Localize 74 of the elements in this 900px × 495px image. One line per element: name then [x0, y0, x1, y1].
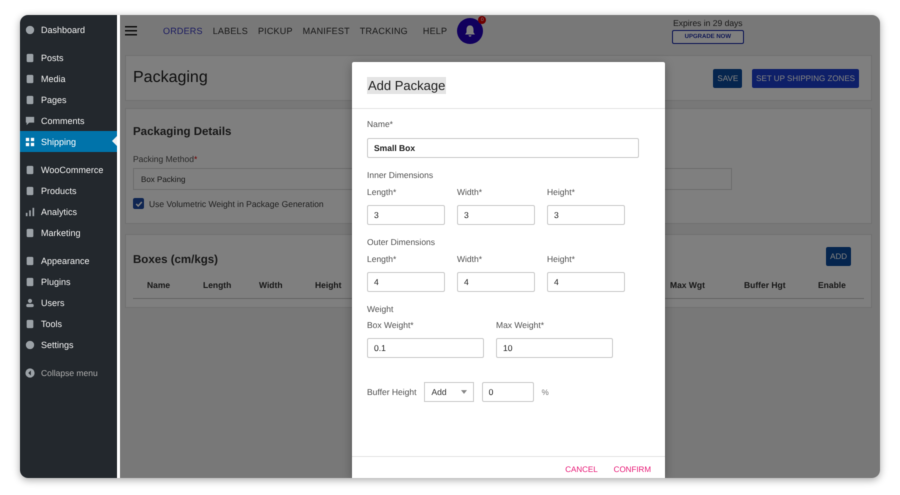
unit-label: % [542, 388, 549, 396]
sidebar-item[interactable]: Analytics [20, 201, 117, 222]
input-field[interactable]: 4 [547, 272, 625, 292]
bar-chart-icon [25, 206, 35, 216]
sidebar-item[interactable]: Appearance [20, 250, 117, 271]
buffer-mode-select[interactable]: Add [424, 382, 474, 402]
section-label: Weight [367, 304, 394, 314]
collapse-icon [25, 368, 35, 378]
field-label: Length* [367, 254, 398, 264]
sidebar-item[interactable]: Dashboard [20, 19, 117, 40]
collapse-menu-button[interactable]: Collapse menu [20, 362, 117, 383]
sidebar-item[interactable]: Tools [20, 313, 117, 334]
user-icon [25, 298, 35, 308]
input-field[interactable]: 3 [457, 205, 535, 225]
sidebar-item[interactable]: WooCommerce [20, 159, 117, 180]
grid-icon [25, 136, 35, 146]
checkbox[interactable] [133, 198, 144, 209]
sidebar-item[interactable]: Shipping [20, 131, 117, 152]
section-title: Packaging Details [133, 126, 232, 138]
checkbox-label: Use Volumetric Weight in Package Generation [149, 198, 324, 208]
sidebar-item[interactable]: Settings [20, 334, 117, 355]
bell-icon [463, 24, 478, 38]
sidebar-item[interactable]: Pages [20, 89, 117, 110]
column-header: Length [203, 280, 232, 290]
field-label: Name* [367, 119, 394, 129]
expiry-text: Expires in 29 days [673, 18, 743, 28]
input-field[interactable]: 0.1 [367, 338, 484, 358]
sidebar-item[interactable]: Marketing [20, 222, 117, 243]
nav-tab[interactable]: PICKUP [258, 26, 293, 36]
field-label: Height* [547, 187, 576, 197]
field-label: Max Weight* [496, 320, 546, 330]
sidebar-item[interactable]: Plugins [20, 271, 117, 292]
field-label: Packing Method* [133, 154, 198, 164]
sidebar-item[interactable]: Users [20, 292, 117, 313]
sidebar-item[interactable]: Comments [20, 110, 117, 131]
name-field[interactable]: Small Box [367, 138, 639, 158]
column-header: Buffer Hgt [744, 280, 787, 290]
save-button[interactable]: SAVE [713, 68, 742, 88]
field-label: Height* [547, 254, 576, 264]
page-title: Packaging [133, 69, 208, 87]
comment-icon [25, 116, 35, 126]
shipping-zones-button[interactable]: SET UP SHIPPING ZONES [752, 68, 859, 88]
field-label: Length* [367, 187, 398, 197]
sidebar-item[interactable]: Products [20, 180, 117, 201]
field-label: Box Weight* [367, 320, 415, 330]
section-label: Outer Dimensions [367, 237, 436, 247]
add-button[interactable]: ADD [826, 247, 851, 266]
field-label: Buffer Height [367, 387, 416, 397]
dialog-title: Add Package [367, 76, 446, 94]
sidebar-item[interactable]: Media [20, 68, 117, 89]
input-field[interactable]: 3 [367, 205, 445, 225]
input-field[interactable]: 4 [457, 272, 535, 292]
field-label: Width* [457, 187, 484, 197]
caret-icon [460, 390, 467, 394]
confirm-button[interactable]: CONFIRM [614, 465, 651, 474]
buffer-value-field[interactable]: 0 [482, 382, 534, 402]
input-field[interactable]: 10 [496, 338, 613, 358]
column-header: Name [147, 280, 172, 290]
sidebar-item[interactable]: Posts [20, 47, 117, 68]
nav-tab[interactable]: LABELS [212, 26, 248, 36]
cancel-button[interactable]: CANCEL [565, 465, 598, 474]
nav-tab[interactable]: HELP [422, 26, 448, 36]
field-label: Width* [457, 254, 484, 264]
column-header: Width [259, 280, 284, 290]
nav-tab[interactable]: MANIFEST [302, 26, 350, 36]
column-header: Height [315, 280, 342, 290]
column-header: Max Wgt [670, 280, 706, 290]
section-title: Boxes (cm/kgs) [133, 254, 218, 266]
column-header: Enable [818, 280, 847, 290]
section-label: Inner Dimensions [367, 170, 434, 180]
input-field[interactable]: 4 [367, 272, 445, 292]
menu-icon[interactable] [125, 26, 137, 36]
nav-tab[interactable]: TRACKING [360, 26, 408, 36]
input-field[interactable]: 3 [547, 205, 625, 225]
